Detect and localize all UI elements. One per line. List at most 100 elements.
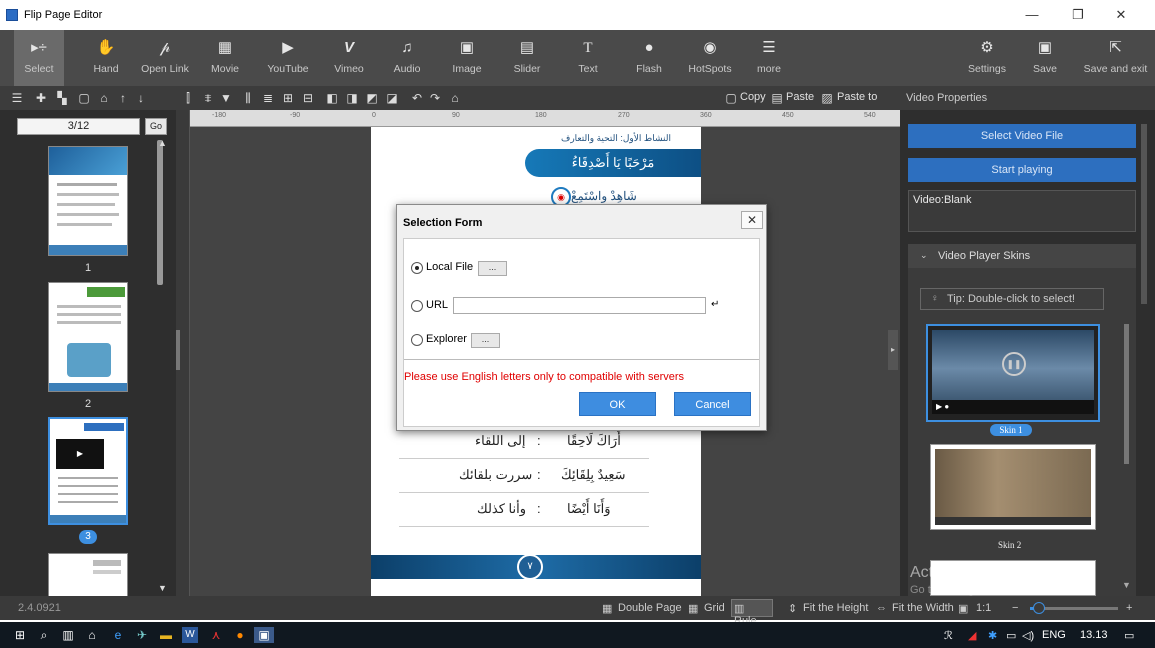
tool-hand-button[interactable]: ✋ Hand [78, 30, 134, 86]
browse-explorer-button[interactable]: ... [471, 333, 500, 348]
settings-button[interactable]: ⚙ Settings [960, 30, 1014, 86]
page-thumbnail-4[interactable] [48, 553, 128, 596]
file-explorer-icon[interactable]: ▬ [158, 627, 174, 643]
clock[interactable]: 13.13 [1080, 629, 1108, 641]
tool-image-button[interactable]: ▣ Image [442, 30, 492, 86]
delete-page-icon[interactable]: ⌂ [96, 90, 112, 106]
go-button[interactable]: Go [145, 118, 167, 135]
restore-button[interactable]: ❐ [1058, 4, 1098, 26]
cancel-button[interactable]: Cancel [674, 392, 751, 416]
explorer-radio[interactable] [411, 334, 423, 346]
add-page-icon[interactable]: ✚ [34, 90, 48, 106]
bluetooth-icon[interactable]: ✱ [988, 629, 997, 642]
align-right-icon[interactable]: ▼ [218, 90, 234, 106]
send-backward-icon[interactable]: ◪ [384, 90, 400, 106]
fit-height-button[interactable]: Fit the Height [803, 602, 868, 614]
tool-select-button[interactable]: ▸÷ Select [14, 30, 64, 86]
insert-page-icon[interactable]: ▚ [54, 90, 70, 106]
zoom-in-button[interactable]: + [1126, 602, 1132, 614]
url-radio[interactable] [411, 300, 423, 312]
people-icon[interactable]: ℛ [944, 629, 953, 642]
battery-icon[interactable]: ▭ [1006, 629, 1016, 642]
paste-button[interactable]: Paste [786, 91, 814, 103]
zoom-out-button[interactable]: − [1012, 602, 1018, 614]
align-top-icon[interactable]: ⫼ [240, 90, 256, 106]
url-input[interactable] [453, 297, 706, 314]
skins-header-bar[interactable]: ⌄ Video Player Skins [908, 244, 1136, 268]
ok-button[interactable]: OK [579, 392, 656, 416]
local-file-radio[interactable] [411, 262, 423, 274]
trash-icon[interactable]: ⌂ [448, 90, 462, 106]
page-thumbnail-3[interactable]: ▶ [48, 417, 128, 525]
tool-hotspots-button[interactable]: ◉ HotSpots [682, 30, 738, 86]
tool-flash-button[interactable]: ● Flash [624, 30, 674, 86]
align-center-icon[interactable]: ⩨ [200, 90, 216, 106]
align-left-icon[interactable]: ⫿ [180, 90, 196, 106]
zoom-knob[interactable] [1032, 602, 1045, 614]
send-back-icon[interactable]: ◨ [344, 90, 360, 106]
browse-local-button[interactable]: ... [478, 261, 507, 276]
tool-movie-button[interactable]: ▦ Movie [200, 30, 250, 86]
skins-scrollbar[interactable] [1124, 324, 1129, 464]
minimize-button[interactable]: — [1012, 4, 1052, 26]
move-down-icon[interactable]: ↓ [134, 90, 148, 106]
tool-slider-button[interactable]: ▤ Slider [502, 30, 552, 86]
select-video-button[interactable]: Select Video File [908, 124, 1136, 148]
tool-audio-button[interactable]: ♫ Audio [382, 30, 432, 86]
skin-option-2[interactable] [930, 444, 1096, 530]
close-window-button[interactable]: ✕ [1101, 4, 1141, 26]
zoom-slider[interactable] [1030, 602, 1118, 614]
tool-more-button[interactable]: ☰ more [744, 30, 794, 86]
windows-start-icon[interactable]: ⊞ [12, 627, 28, 643]
save-and-exit-button[interactable]: ⇱ Save and exit [1078, 30, 1153, 86]
word-icon[interactable]: W [182, 627, 198, 643]
undo-icon[interactable]: ↶ [410, 90, 424, 106]
list-icon[interactable]: ☰ [10, 90, 24, 106]
thumb-scrollbar[interactable] [157, 140, 163, 285]
tool-text-button[interactable]: T Text [563, 30, 613, 86]
language-indicator[interactable]: ENG [1042, 629, 1066, 641]
store-icon[interactable]: ⌂ [84, 627, 100, 643]
skin-option-1[interactable]: ❚❚ ▶ ● [926, 324, 1100, 422]
tool-vimeo-button[interactable]: V Vimeo [324, 30, 374, 86]
save-button[interactable]: ▣ Save [1020, 30, 1070, 86]
scroll-down-arrow[interactable]: ▼ [158, 583, 167, 593]
network-warning-icon[interactable]: ◢ [968, 629, 976, 642]
copy-button[interactable]: Copy [740, 91, 766, 103]
page-number-input[interactable]: 3/12 [17, 118, 140, 135]
distribute-icon[interactable]: ⊟ [300, 90, 316, 106]
notification-icon[interactable]: ▭ [1124, 629, 1134, 642]
double-page-button[interactable]: Double Page [618, 602, 682, 614]
bring-forward-icon[interactable]: ◩ [364, 90, 380, 106]
edge-icon[interactable]: e [110, 627, 126, 643]
bring-front-icon[interactable]: ◧ [324, 90, 340, 106]
firefox-icon[interactable]: ● [232, 627, 248, 643]
align-middle-icon[interactable]: ≣ [260, 90, 276, 106]
start-playing-button[interactable]: Start playing [908, 158, 1136, 182]
panel-scrollbar[interactable] [1141, 124, 1147, 304]
fit-width-button[interactable]: Fit the Width [892, 602, 954, 614]
align-bottom-icon[interactable]: ⊞ [280, 90, 296, 106]
search-icon[interactable]: ⌕ [36, 627, 52, 643]
paste-to-button[interactable]: Paste to [837, 91, 877, 103]
task-view-icon[interactable]: ▥ [60, 627, 76, 643]
duplicate-page-icon[interactable]: ▢ [76, 90, 92, 106]
left-splitter[interactable] [176, 330, 180, 370]
redo-icon[interactable]: ↷ [428, 90, 442, 106]
volume-icon[interactable]: ◁) [1022, 629, 1034, 642]
page-thumbnail-2[interactable] [48, 282, 128, 392]
move-up-icon[interactable]: ↑ [116, 90, 130, 106]
dialog-close-button[interactable]: ✕ [741, 211, 763, 229]
skins-scroll-down[interactable]: ▼ [1122, 580, 1131, 590]
flip-editor-task-icon[interactable]: ▣ [254, 627, 274, 643]
page-thumbnail-1[interactable] [48, 146, 128, 256]
pdf-icon[interactable]: ⋏ [208, 627, 224, 643]
rule-toggle[interactable]: ▥ Rule [731, 599, 773, 627]
scroll-up-arrow[interactable]: ▲ [158, 138, 167, 148]
tool-open-link-button[interactable]: 𝓅 Open Link [136, 30, 194, 86]
app-icon[interactable]: ✈ [134, 627, 150, 643]
actual-size-button[interactable]: 1:1 [976, 602, 991, 614]
right-splitter[interactable]: ▸ [888, 330, 898, 370]
grid-button[interactable]: Grid [704, 602, 725, 614]
tool-youtube-button[interactable]: ▶ YouTube [260, 30, 316, 86]
